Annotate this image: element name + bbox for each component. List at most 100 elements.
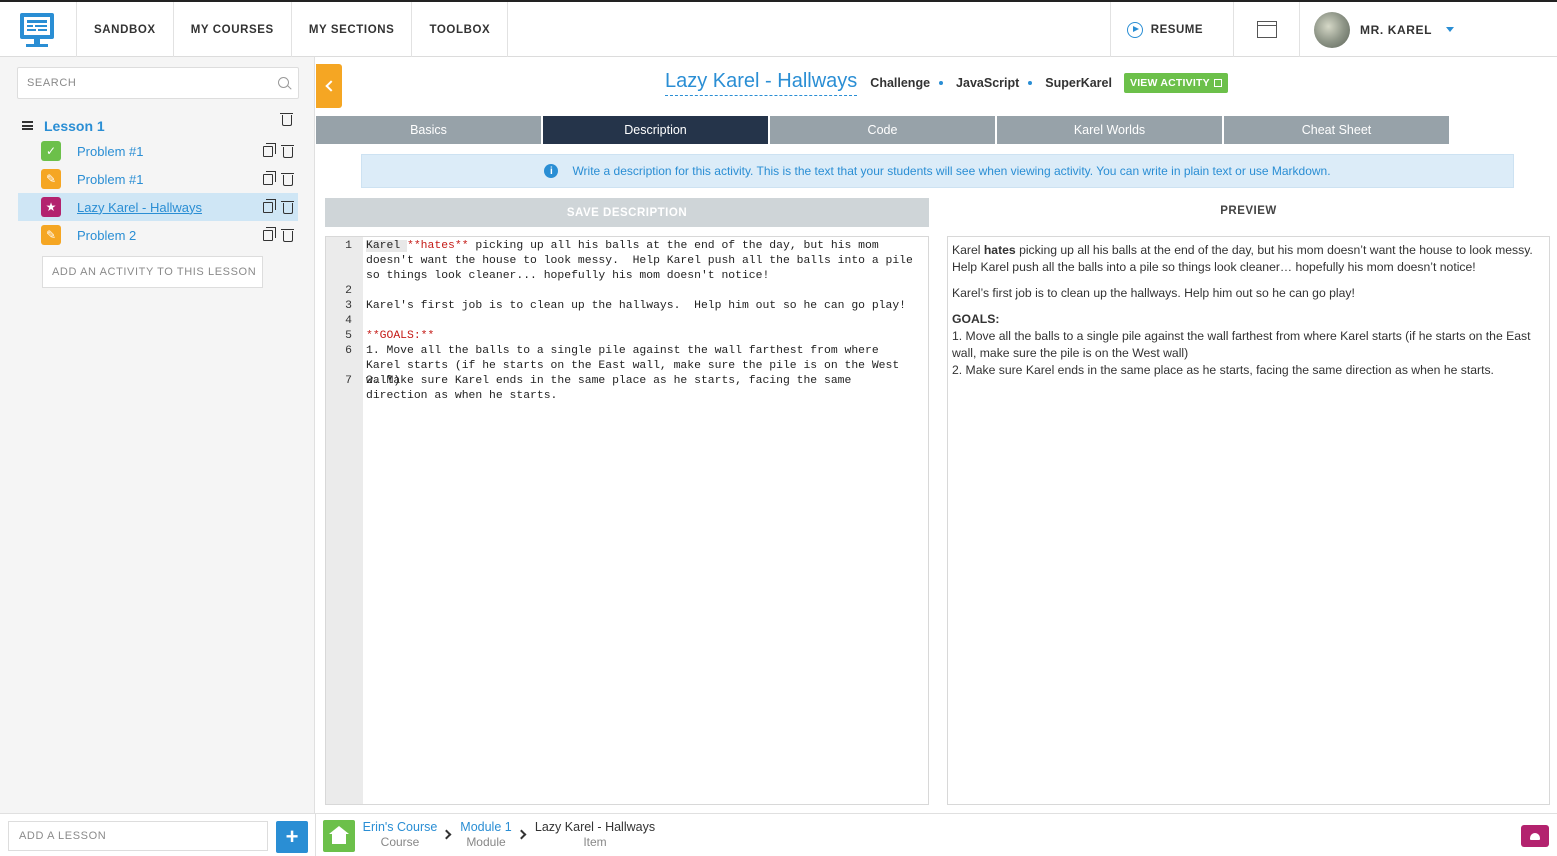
preview-paragraph: Karel’s first job is to clean up the hal…: [952, 286, 1355, 300]
copy-icon[interactable]: [263, 199, 276, 213]
activity-language: JavaScript: [956, 76, 1020, 90]
info-text: Write a description for this activity. T…: [572, 164, 1331, 178]
preview-goals: GOALS: 1. Move all the balls to a single…: [952, 311, 1545, 379]
window-button[interactable]: [1233, 2, 1299, 57]
line-number: 5: [345, 330, 352, 342]
chat-icon: [1530, 832, 1540, 840]
list-item[interactable]: ✓ Problem #1: [18, 137, 298, 165]
activity-title[interactable]: Lazy Karel - Hallways: [665, 70, 858, 96]
line-number: 6: [345, 345, 352, 357]
item-label: Problem 2: [77, 227, 137, 243]
pencil-icon: ✎: [41, 169, 61, 189]
activity-header: Lazy Karel - Hallways Challenge JavaScri…: [665, 68, 1228, 98]
line-text: Karel's first job is to clean up the hal…: [366, 300, 907, 312]
external-link-icon: [1213, 79, 1222, 87]
item-label: Problem #1: [77, 171, 144, 187]
list-item[interactable]: ✎ Problem #1: [18, 165, 298, 193]
trash-icon[interactable]: [281, 145, 294, 158]
nav-right: RESUME MR. KAREL: [1109, 2, 1557, 57]
drag-handle-icon[interactable]: [22, 121, 33, 130]
copy-icon[interactable]: [263, 171, 276, 185]
tab-basics[interactable]: Basics: [316, 116, 541, 144]
preview-bold: hates: [983, 243, 1016, 257]
line-number: 1: [345, 240, 352, 252]
tab-karel-worlds[interactable]: Karel Worlds: [997, 116, 1222, 144]
preview-text: Karel: [952, 243, 984, 257]
add-activity-button[interactable]: ADD AN ACTIVITY TO THIS LESSON: [42, 256, 263, 288]
tab-cheat-sheet[interactable]: Cheat Sheet: [1224, 116, 1449, 144]
line-number: 7: [345, 375, 352, 387]
breadcrumb-kind: Course: [380, 835, 420, 849]
breadcrumb-kind: Item: [583, 835, 607, 849]
activity-type: Challenge: [870, 76, 931, 90]
trash-icon[interactable]: [281, 229, 294, 242]
collapse-sidebar-button[interactable]: [316, 64, 342, 108]
preview-goals-title: GOALS:: [952, 312, 1000, 326]
line-number: 2: [345, 285, 352, 297]
list-item-active[interactable]: ★ Lazy Karel - Hallways: [18, 193, 298, 221]
search-box: [17, 67, 299, 99]
separator-dot: [1028, 81, 1033, 85]
chevron-right-icon: [516, 829, 527, 840]
pencil-icon: ✎: [41, 225, 61, 245]
search-input[interactable]: [18, 68, 258, 98]
nav-toolbox[interactable]: TOOLBOX: [412, 2, 509, 57]
breadcrumb-module[interactable]: Module 1 Module: [458, 820, 514, 849]
markdown-preview: Karel hates picking up all his balls at …: [947, 236, 1550, 805]
info-banner: i Write a description for this activity.…: [361, 154, 1514, 188]
copy-icon[interactable]: [263, 227, 276, 241]
username: MR. KAREL: [1360, 22, 1433, 37]
item-label: Lazy Karel - Hallways: [77, 199, 202, 215]
tab-code[interactable]: Code: [770, 116, 995, 144]
preview-goal: 1. Move all the balls to a single pile a…: [952, 329, 1531, 360]
breadcrumb-course[interactable]: Erin's Course Course: [362, 820, 438, 849]
add-lesson-button[interactable]: +: [276, 821, 308, 853]
preview-text: picking up all his balls at the end of t…: [952, 243, 1533, 274]
trash-icon[interactable]: [281, 173, 294, 186]
user-menu[interactable]: MR. KAREL: [1299, 2, 1557, 57]
home-button[interactable]: [323, 820, 355, 852]
bottom-bar: ADD A LESSON + Erin's Course Course Modu…: [0, 813, 1557, 856]
codehs-logo-icon[interactable]: [18, 11, 56, 49]
preview-paragraph: Karel hates picking up all his balls at …: [952, 242, 1545, 276]
help-button[interactable]: [1521, 825, 1549, 847]
line-text: Karel **hates** picking up all his balls…: [366, 239, 918, 284]
item-label: Problem #1: [77, 143, 144, 159]
activity-list: ✓ Problem #1 ✎ Problem #1 ★ Lazy Karel -…: [18, 137, 298, 249]
lesson-trash-icon[interactable]: [280, 113, 293, 126]
separator-dot: [939, 81, 944, 85]
breadcrumb-kind: Module: [466, 835, 506, 849]
divider: [315, 814, 316, 856]
activity-variant: SuperKarel: [1045, 76, 1112, 90]
line-text-plain: Karel: [366, 240, 408, 252]
nav-my-sections[interactable]: MY SECTIONS: [292, 2, 413, 57]
play-icon: [1126, 21, 1143, 38]
line-text-markup: **hates**: [407, 240, 469, 252]
view-activity-button[interactable]: VIEW ACTIVITY: [1123, 73, 1228, 93]
info-icon: i: [544, 164, 559, 178]
tab-description[interactable]: Description: [543, 116, 768, 144]
line-text-markup: **GOALS:**: [366, 330, 435, 342]
sidebar: Lesson 1 ✓ Problem #1 ✎ Problem #1 ★ Laz…: [0, 57, 315, 813]
nav-my-courses[interactable]: MY COURSES: [174, 2, 292, 57]
lesson-header: Lesson 1: [20, 113, 300, 135]
search-icon[interactable]: [278, 77, 289, 88]
nav-sandbox[interactable]: SANDBOX: [76, 2, 174, 57]
line-number: 4: [345, 315, 352, 327]
copy-icon[interactable]: [263, 143, 276, 157]
lesson-title[interactable]: Lesson 1: [44, 118, 105, 134]
resume-label: RESUME: [1150, 23, 1203, 36]
trash-icon[interactable]: [281, 201, 294, 214]
list-item[interactable]: ✎ Problem 2: [18, 221, 298, 249]
main-nav: SANDBOX MY COURSES MY SECTIONS TOOLBOX: [76, 2, 509, 57]
preview-label: PREVIEW: [1220, 205, 1277, 217]
breadcrumb-item: Lazy Karel - Hallways Item: [533, 820, 657, 849]
save-description-button[interactable]: SAVE DESCRIPTION: [325, 198, 929, 227]
line-text: 2. Make sure Karel ends in the same plac…: [366, 375, 859, 402]
avatar: [1314, 11, 1350, 48]
add-lesson-input[interactable]: ADD A LESSON: [8, 821, 268, 851]
resume-button[interactable]: RESUME: [1109, 2, 1233, 57]
chevron-left-icon: [325, 80, 337, 92]
markdown-editor[interactable]: 1 Karel **hates** picking up all his bal…: [325, 236, 929, 805]
chevron-down-icon: [1446, 27, 1455, 32]
